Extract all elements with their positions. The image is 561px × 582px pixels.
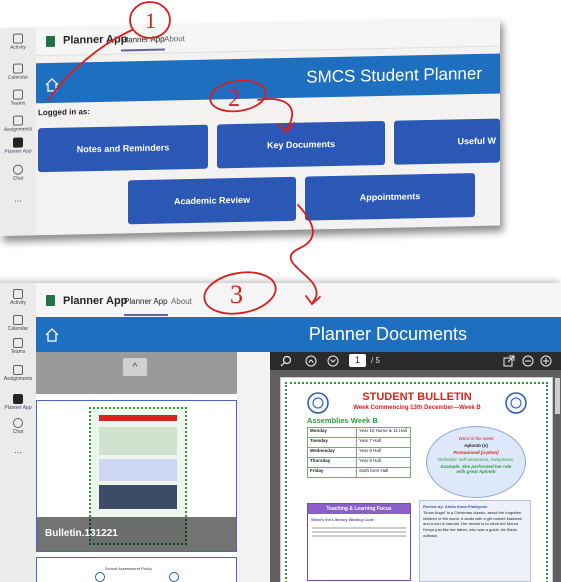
bell-icon: [13, 33, 23, 44]
chat-icon: [13, 164, 23, 175]
book-review-box: Review by: Aisha Anna Prathyush 'Snow An…: [419, 500, 531, 582]
school-crest-icon: [307, 392, 329, 414]
app-title: Planner App: [63, 295, 128, 307]
thumb-title-stripe: [99, 415, 177, 421]
table-row: Monday Year 10 Hume & 11 Hall: [307, 427, 411, 438]
rail-item-planner-app[interactable]: Planner App: [0, 394, 36, 411]
text-line: [312, 531, 406, 533]
home-icon[interactable]: [44, 327, 60, 343]
pdf-scrollbar[interactable]: [555, 378, 560, 414]
planner-header-bar: SMCS Student Planner: [36, 53, 500, 104]
open-external-icon[interactable]: [503, 355, 515, 367]
zoom-out-icon[interactable]: [522, 355, 534, 367]
tab-planner-app[interactable]: Planner App: [124, 297, 168, 316]
calendar-icon: [13, 315, 23, 325]
home-icon[interactable]: [44, 77, 60, 93]
rail-item-more[interactable]: ...: [0, 445, 36, 455]
backpack-icon: [13, 115, 23, 126]
teams-icon: [13, 89, 23, 100]
page-title: SMCS Student Planner: [306, 63, 482, 87]
table-row: Wednesday Year 8 Hall: [307, 448, 411, 458]
planner-app-logo-icon: [46, 35, 55, 48]
key-documents-button[interactable]: Key Documents: [217, 120, 385, 169]
thumb-table-block: [99, 427, 177, 455]
page-title: Planner Documents: [308, 324, 467, 344]
logged-in-label: Logged in as:: [38, 107, 90, 118]
page-number-input[interactable]: 1: [349, 354, 366, 367]
search-icon[interactable]: [280, 355, 292, 367]
school-crest-icon: [95, 572, 105, 582]
rail-item-chat[interactable]: Chat: [0, 418, 36, 435]
bulletin-subtitle: Week Commencing 13th December—Week B: [353, 405, 481, 411]
document-list: ^ Bulletin.131221 School Assessment Poli…: [36, 352, 237, 582]
notes-and-reminders-button[interactable]: Notes and Reminders: [38, 124, 208, 173]
appointments-button[interactable]: Appointments: [305, 173, 475, 221]
text-line: [312, 535, 406, 537]
teams-app-rail: Activity Calendar Teams Assignments Plan…: [0, 283, 36, 582]
backpack-icon: [13, 365, 23, 375]
calendar-icon: [13, 63, 23, 74]
app-tab-bar: Planner App Planner App About: [36, 283, 561, 318]
planner-app-logo-icon: [46, 295, 55, 306]
scroll-up-button[interactable]: ^: [123, 358, 147, 376]
chat-icon: [13, 418, 23, 428]
document-name: Bulletin.131221: [37, 517, 236, 551]
documents-header-bar: Planner Documents: [36, 317, 561, 352]
planner-documents-screenshot: Activity Calendar Teams Assignments Plan…: [0, 283, 561, 582]
school-crest-icon: [169, 572, 179, 582]
tab-about[interactable]: About: [171, 297, 192, 306]
school-crest-icon: [505, 392, 527, 414]
rail-item-assignments[interactable]: Assignments: [0, 365, 36, 382]
rail-item-assignments[interactable]: Assignments: [0, 115, 36, 133]
rail-item-more[interactable]: ...: [0, 193, 36, 204]
rail-item-teams[interactable]: Teams: [0, 89, 36, 107]
zoom-in-icon[interactable]: [540, 355, 552, 367]
bulletin-title: STUDENT BULLETIN: [362, 391, 472, 403]
teams-icon: [13, 338, 23, 348]
table-row: Friday Sixth form Hall: [307, 468, 411, 478]
previous-page-icon[interactable]: [305, 355, 317, 367]
table-row: Thursday Year 9 Hall: [307, 458, 411, 468]
planner-app-icon: [13, 137, 23, 148]
assemblies-heading: Assemblies Week B: [307, 416, 378, 425]
rail-item-activity[interactable]: Activity: [0, 33, 36, 51]
rail-item-calendar[interactable]: Calendar: [0, 315, 36, 332]
rail-item-teams[interactable]: Teams: [0, 338, 36, 355]
thumb-text-block: [99, 459, 177, 481]
page-total: / 5: [371, 356, 380, 365]
rail-item-chat[interactable]: Chat: [0, 164, 36, 182]
word-of-the-week-bubble: Word of the week Aplomb (n) Pronounced […: [426, 426, 526, 498]
pdf-toolbar: 1 / 5: [270, 352, 561, 370]
document-thumb-title: School Assessment Policy: [105, 566, 152, 571]
planner-home-screenshot: Activity Calendar Teams Assignments Plan…: [0, 17, 500, 237]
academic-review-button[interactable]: Academic Review: [128, 176, 296, 225]
teams-app-rail: Activity Calendar Teams Assignments Plan…: [0, 27, 36, 236]
document-card-bulletin[interactable]: Bulletin.131221: [36, 400, 237, 552]
table-row: Tuesday Year 7 Hall: [307, 438, 411, 448]
rail-item-calendar[interactable]: Calendar: [0, 63, 36, 81]
planner-app-icon: [13, 394, 23, 404]
thumb-photo-block: [99, 485, 177, 509]
assemblies-table: Monday Year 10 Hume & 11 Hall Tuesday Year…: [307, 427, 411, 478]
tab-about[interactable]: About: [164, 34, 185, 43]
rail-item-planner-app[interactable]: Planner App: [0, 137, 36, 155]
useful-websites-button[interactable]: Useful W: [394, 118, 500, 165]
bell-icon: [13, 289, 23, 299]
pdf-viewer: 1 / 5 STUDENT BULLETIN Week Commencing 1…: [270, 352, 561, 582]
next-page-icon[interactable]: [327, 355, 339, 367]
teaching-learning-box: Teaching & Learning Focus What's the Lit…: [307, 503, 411, 581]
text-line: [312, 527, 406, 529]
app-title: Planner App: [63, 33, 128, 47]
bulletin-page: STUDENT BULLETIN Week Commencing 13th De…: [280, 377, 553, 582]
document-card-assessment[interactable]: School Assessment Policy: [36, 557, 237, 582]
tab-planner-app[interactable]: Planner App: [121, 34, 165, 52]
app-tab-bar: Planner App Planner App About: [36, 17, 500, 57]
rail-item-activity[interactable]: Activity: [0, 289, 36, 306]
